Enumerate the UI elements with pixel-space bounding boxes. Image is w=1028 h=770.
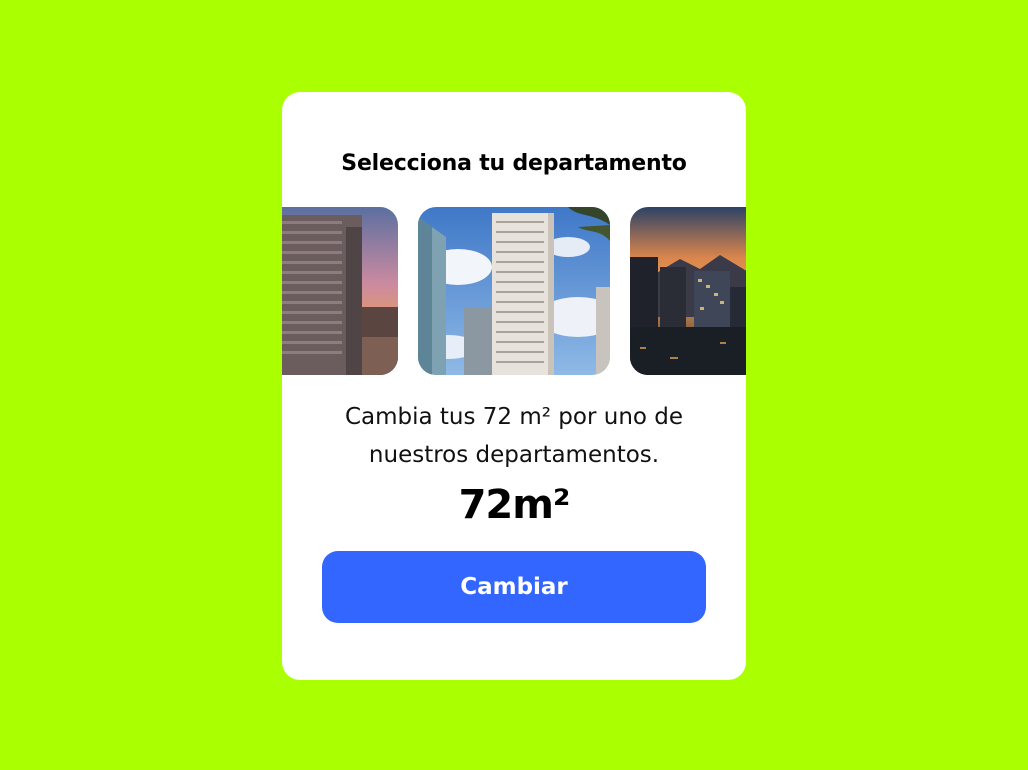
building-sunset-image[interactable] (282, 207, 398, 375)
card-title: Selecciona tu departamento (341, 151, 687, 176)
city-dusk-image[interactable] (630, 207, 746, 375)
building-carousel[interactable] (282, 207, 746, 377)
area-value: 72m² (458, 482, 571, 528)
exchange-card: Selecciona tu departamento Cambia tus 72… (282, 92, 746, 680)
card-description: Cambia tus 72 m² por uno de nuestros dep… (344, 404, 684, 468)
change-button[interactable]: Cambiar (322, 551, 706, 623)
building-tower-image[interactable] (418, 207, 610, 375)
